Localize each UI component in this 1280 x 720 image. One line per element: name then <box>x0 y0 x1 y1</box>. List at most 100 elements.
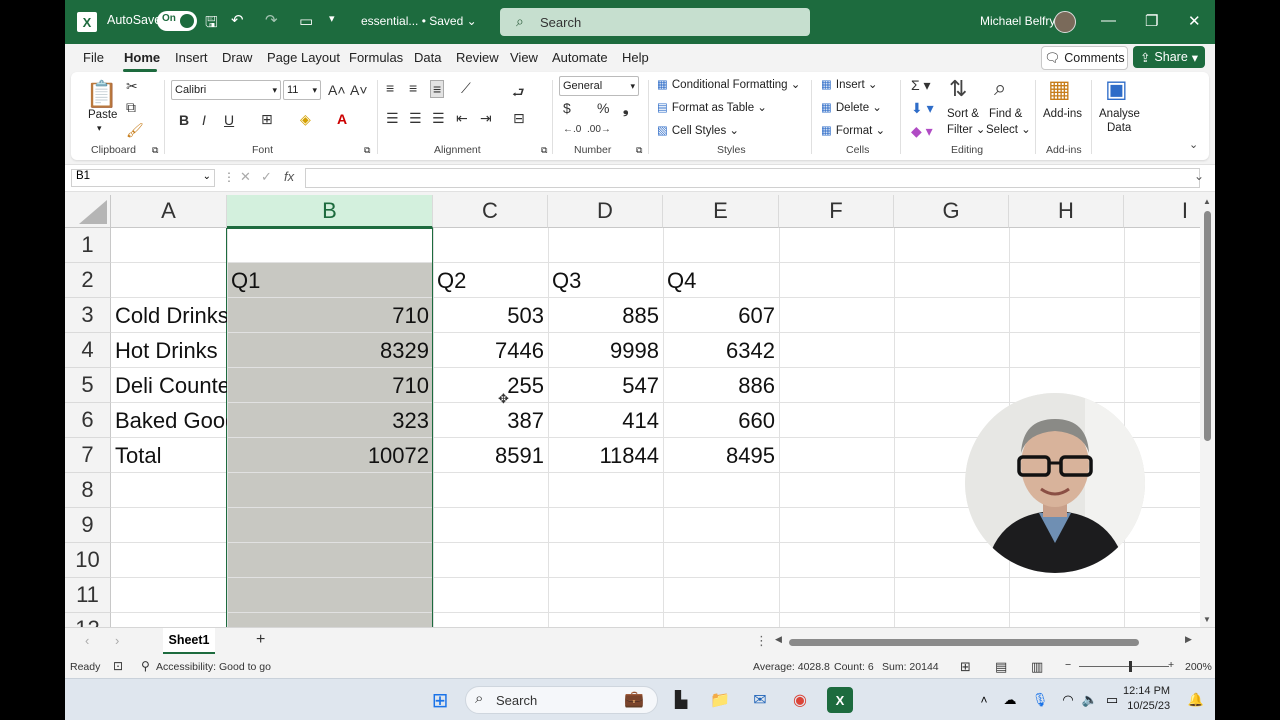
cell-c7[interactable]: 8591 <box>433 438 548 473</box>
column-header-g[interactable]: G <box>894 195 1009 228</box>
scroll-right-icon[interactable]: ▶ <box>1185 634 1192 645</box>
tab-split-icon[interactable]: ⋮ <box>755 633 768 649</box>
taskbar-search[interactable]: ⌕ Search 💼 <box>465 686 658 714</box>
merge-center-icon[interactable]: ⊟ <box>513 110 525 127</box>
font-name-dropdown[interactable]: Calibri ▾ <box>171 80 281 100</box>
align-middle-icon[interactable]: ≡ <box>409 80 417 96</box>
addins-icon[interactable]: ▦ <box>1048 75 1071 104</box>
scroll-up-icon[interactable]: ▲ <box>1203 197 1211 206</box>
horizontal-scrollbar[interactable]: ◀ ▶ <box>775 634 1195 648</box>
number-launcher-icon[interactable]: ⧉ <box>636 145 642 156</box>
tab-data[interactable]: Data <box>414 50 441 65</box>
enter-icon[interactable]: ✓ <box>261 169 272 185</box>
row-header-7[interactable]: 7 <box>65 438 111 473</box>
font-size-dropdown[interactable]: 11 ▾ <box>283 80 321 100</box>
expand-formula-icon[interactable]: ⌄ <box>1194 169 1204 183</box>
onedrive-icon[interactable]: ☁ <box>997 687 1023 713</box>
cell-b7[interactable]: 10072 <box>227 438 433 473</box>
find-select-label-2[interactable]: Select ⌄ <box>986 122 1031 136</box>
wrap-text-icon[interactable]: ⮐ <box>512 82 525 106</box>
cancel-icon[interactable]: ✕ <box>240 169 251 185</box>
font-color-icon[interactable]: A <box>337 111 347 127</box>
row-header-3[interactable]: 3 <box>65 298 111 333</box>
system-clock[interactable]: 12:14 PM 10/25/23 <box>1123 684 1170 714</box>
page-break-view-icon[interactable]: ▥ <box>1031 659 1043 675</box>
accessibility-icon[interactable]: ⚲ <box>141 659 150 673</box>
column-header-e[interactable]: E <box>663 195 779 228</box>
tab-automate[interactable]: Automate <box>552 50 608 65</box>
zoom-slider[interactable] <box>1079 666 1169 667</box>
find-select-label-1[interactable]: Find & <box>989 108 1022 120</box>
cell-e7[interactable]: 8495 <box>663 438 779 473</box>
tab-help[interactable]: Help <box>622 50 649 65</box>
analyse-data-label-2[interactable]: Data <box>1107 122 1131 134</box>
undo-icon[interactable]: ↶ <box>231 11 244 29</box>
cell-b4[interactable]: 8329 <box>227 333 433 368</box>
row-header-11[interactable]: 11 <box>65 578 111 613</box>
row-header-1[interactable]: 1 <box>65 228 111 263</box>
increase-indent-icon[interactable]: ⇥ <box>480 110 492 127</box>
align-bottom-icon[interactable]: ≡ <box>430 80 445 98</box>
decrease-decimal-icon[interactable]: .00→ <box>587 124 611 135</box>
cell-a3[interactable]: Cold Drinks <box>111 298 227 333</box>
column-header-c[interactable]: C <box>433 195 548 228</box>
zoom-in-icon[interactable]: + <box>1168 659 1174 671</box>
align-top-icon[interactable]: ≡ <box>386 80 394 96</box>
sort-filter-label-1[interactable]: Sort & <box>947 108 979 120</box>
insert-cells-button[interactable]: ▦ Insert ⌄ <box>821 77 877 91</box>
cell-b6[interactable]: 323 <box>227 403 433 438</box>
microphone-icon[interactable]: 🎙 <box>1027 687 1053 713</box>
percent-button[interactable]: % <box>597 100 609 116</box>
align-left-icon[interactable]: ☰ <box>386 110 399 127</box>
battery-icon[interactable]: ▭ <box>1099 687 1125 713</box>
cell-b2[interactable]: Q1 <box>227 263 433 298</box>
file-explorer-icon[interactable]: 📁 <box>707 687 733 713</box>
clear-icon[interactable]: ◆ ▾ <box>911 123 933 140</box>
chrome-icon[interactable]: ◉ <box>787 687 813 713</box>
autosum-icon[interactable]: Σ ▾ <box>911 77 931 94</box>
sort-filter-icon[interactable]: ⇅ <box>949 76 967 102</box>
borders-icon[interactable]: ⊞ <box>261 111 273 128</box>
alignment-launcher-icon[interactable]: ⧉ <box>541 145 547 156</box>
cell-c6[interactable]: 387 <box>433 403 548 438</box>
bold-button[interactable]: B <box>179 112 189 128</box>
more-options-icon[interactable]: ⋮ <box>223 170 235 184</box>
autosave-toggle[interactable]: On <box>157 11 197 31</box>
comments-button[interactable]: 🗨 Comments <box>1041 46 1128 70</box>
row-header-8[interactable]: 8 <box>65 473 111 508</box>
copy-icon[interactable]: ⧉ <box>126 99 136 116</box>
cell-b5[interactable]: 710 <box>227 368 433 403</box>
align-center-icon[interactable]: ☰ <box>409 110 422 127</box>
italic-button[interactable]: I <box>202 112 206 128</box>
increase-decimal-icon[interactable]: ←.0 <box>563 124 581 135</box>
cell-d7[interactable]: 11844 <box>548 438 663 473</box>
cell-c4[interactable]: 7446 <box>433 333 548 368</box>
cell-d5[interactable]: 547 <box>548 368 663 403</box>
align-right-icon[interactable]: ☰ <box>432 110 445 127</box>
next-sheet-icon[interactable]: › <box>115 633 119 648</box>
column-header-h[interactable]: H <box>1009 195 1124 228</box>
column-header-i[interactable]: I <box>1124 195 1200 228</box>
cell-c2[interactable]: Q2 <box>433 263 548 298</box>
cell-a5[interactable]: Deli Counter <box>111 368 227 403</box>
redo-icon[interactable]: ↷ <box>265 11 278 29</box>
show-hidden-icons-icon[interactable]: ˄ <box>971 687 997 713</box>
cell-c3[interactable]: 503 <box>433 298 548 333</box>
minimize-icon[interactable]: — <box>1101 12 1116 29</box>
restore-icon[interactable]: ❐ <box>1145 12 1158 30</box>
formula-input[interactable] <box>305 168 1200 188</box>
share-button[interactable]: ⇪ Share ▾ <box>1133 46 1205 68</box>
user-avatar[interactable] <box>1054 11 1076 33</box>
sort-filter-label-2[interactable]: Filter ⌄ <box>947 122 985 136</box>
insert-function-icon[interactable]: fx <box>284 169 294 184</box>
cell-a4[interactable]: Hot Drinks <box>111 333 227 368</box>
cell-e4[interactable]: 6342 <box>663 333 779 368</box>
orientation-icon[interactable]: ⟋ <box>461 80 471 97</box>
tab-page-layout[interactable]: Page Layout <box>267 50 340 65</box>
paste-icon[interactable]: 📋 <box>85 78 119 110</box>
vertical-scroll-thumb[interactable] <box>1204 211 1211 441</box>
cell-a7[interactable]: Total <box>111 438 227 473</box>
zoom-level[interactable]: 200% <box>1185 661 1212 673</box>
vertical-scrollbar[interactable]: ▲ ▼ <box>1200 195 1215 627</box>
currency-button[interactable]: $ <box>563 100 571 116</box>
